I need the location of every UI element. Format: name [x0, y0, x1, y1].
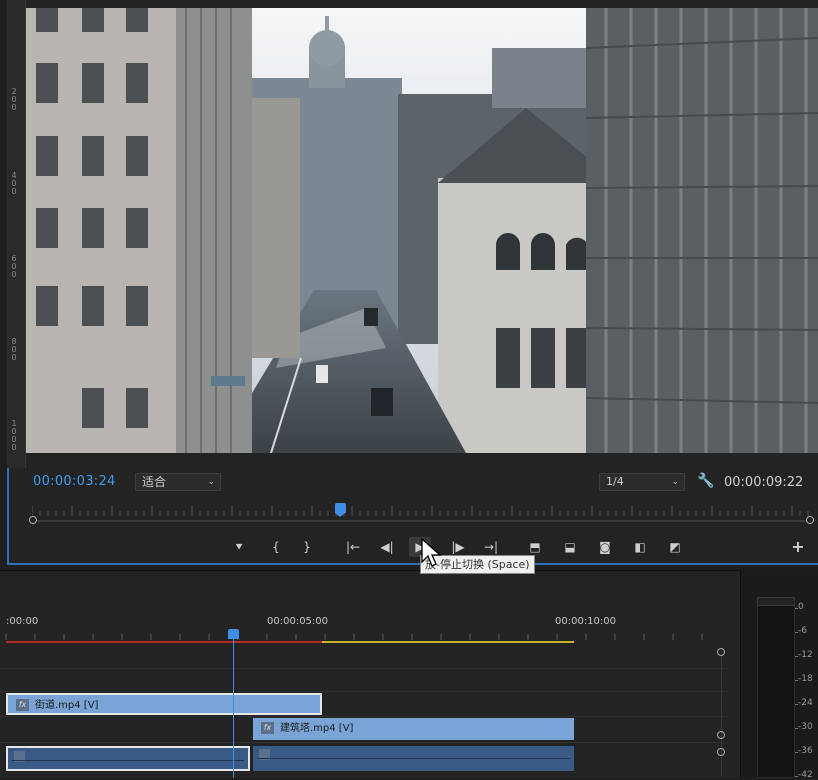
- mark-in-button[interactable]: {: [265, 537, 287, 557]
- meter-scale-label: -24: [798, 698, 813, 708]
- street-scene-image: [26, 8, 818, 453]
- timeline-playhead-line: [233, 638, 234, 778]
- mouse-pointer-icon: [421, 538, 442, 567]
- meter-scale-tick: [795, 728, 798, 729]
- track-divider: [0, 668, 728, 669]
- go-to-in-button[interactable]: |←: [342, 537, 364, 557]
- step-back-icon: ◀|: [380, 540, 394, 554]
- meter-scale-label: -12: [798, 650, 813, 660]
- meter-scale-label: 0: [798, 602, 804, 612]
- zoom-handle-left[interactable]: [29, 516, 37, 524]
- audio-waveform: [257, 758, 570, 759]
- video-clip-street[interactable]: fx 街道.mp4 [V]: [6, 693, 322, 715]
- meter-scale-tick: [795, 632, 798, 633]
- scrub-ruler-ticks: [32, 506, 809, 516]
- meter-scale-label: -42: [798, 770, 813, 780]
- audio-clip-street[interactable]: [6, 746, 250, 771]
- step-back-button[interactable]: ◀|: [376, 537, 398, 557]
- compare-view-button[interactable]: ◧: [629, 537, 651, 557]
- video-clip-building[interactable]: fx 建筑塔.mp4 [V]: [253, 718, 574, 740]
- timeline-time-label: 00:00:05:00: [267, 616, 329, 627]
- track-divider: [0, 742, 728, 743]
- extract-icon: ⬓: [564, 540, 576, 554]
- timeline-time-label: :00:00: [6, 616, 39, 627]
- audio-meter-bar: [757, 597, 795, 778]
- audio-meter-peak[interactable]: [757, 597, 795, 606]
- scroll-handle-bottom[interactable]: [717, 748, 725, 756]
- meter-scale-label: -36: [798, 746, 813, 756]
- panel-divider: [0, 570, 740, 571]
- track-divider: [0, 716, 728, 717]
- ruler-label: 8 0 0: [11, 337, 17, 362]
- button-editor-button[interactable]: +: [787, 537, 809, 557]
- extract-button[interactable]: ⬓: [559, 537, 581, 557]
- mark-out-icon: }: [303, 540, 311, 554]
- clip-label: 街道.mp4 [V]: [35, 700, 99, 711]
- meter-scale-label: -30: [798, 722, 813, 732]
- meter-scale-tick: [795, 656, 798, 657]
- meter-scale-tick: [795, 776, 798, 777]
- compare-icon: ◧: [634, 540, 646, 554]
- meter-scale-tick: [795, 608, 798, 609]
- plus-icon: +: [791, 537, 805, 556]
- meter-scale-tick: [795, 752, 798, 753]
- timeline-ruler-ticks[interactable]: [0, 630, 728, 640]
- mark-in-icon: {: [272, 540, 280, 554]
- wrench-icon[interactable]: 🔧: [697, 473, 714, 489]
- render-bar-yellow: [322, 641, 574, 643]
- scroll-handle-top[interactable]: [717, 648, 725, 656]
- mark-out-button[interactable]: }: [296, 537, 318, 557]
- marker-icon: ⯆: [234, 540, 244, 554]
- lift-icon: ⬒: [529, 540, 541, 554]
- multicam-button[interactable]: ◩: [664, 537, 686, 557]
- multicam-icon: ◩: [669, 540, 681, 554]
- ruler-label: 1 0 0 0: [11, 419, 17, 452]
- step-forward-button[interactable]: |▶: [447, 537, 469, 557]
- go-to-in-icon: |←: [345, 540, 361, 554]
- playback-resolution-value: 1/4: [606, 475, 624, 488]
- export-frame-button[interactable]: ◙: [594, 537, 616, 557]
- meter-scale-label: -6: [798, 626, 807, 636]
- ruler-label: 2 0 0: [11, 87, 17, 112]
- track-divider: [0, 691, 728, 692]
- chevron-down-icon: ⌄: [671, 477, 679, 487]
- go-to-out-icon: →|: [483, 540, 499, 554]
- meter-scale-tick: [795, 704, 798, 705]
- video-preview[interactable]: [26, 8, 818, 453]
- playback-resolution-select[interactable]: 1/4 ⌄: [599, 473, 685, 491]
- clip-label: 建筑塔.mp4 [V]: [280, 723, 354, 734]
- go-to-out-button[interactable]: →|: [480, 537, 502, 557]
- fx-badge-icon: fx: [261, 722, 274, 734]
- vertical-ruler: 2 0 0 4 0 0 6 0 0 8 0 0 1 0 0 0: [7, 0, 26, 468]
- add-marker-button[interactable]: ⯆: [228, 537, 250, 557]
- render-bar-red: [6, 641, 322, 643]
- scrub-bar[interactable]: [32, 520, 812, 522]
- timeline-vertical-scrollbar[interactable]: [721, 656, 722, 776]
- audio-waveform: [12, 760, 244, 761]
- zoom-fit-value: 适合: [142, 475, 167, 489]
- zoom-fit-select[interactable]: 适合 ⌄: [135, 473, 221, 491]
- monitor-playhead[interactable]: [335, 503, 346, 517]
- step-forward-icon: |▶: [451, 540, 465, 554]
- lift-button[interactable]: ⬒: [524, 537, 546, 557]
- chevron-down-icon: ⌄: [207, 477, 215, 487]
- scroll-handle-mid[interactable]: [717, 731, 725, 739]
- meter-scale-tick: [795, 680, 798, 681]
- sequence-duration: 00:00:09:22: [724, 475, 804, 490]
- audio-clip-building[interactable]: [253, 746, 574, 771]
- timeline-time-label: 00:00:10:00: [555, 616, 617, 627]
- zoom-handle-right[interactable]: [806, 516, 814, 524]
- meter-scale-label: -18: [798, 674, 813, 684]
- camera-icon: ◙: [599, 540, 611, 554]
- ruler-label: 6 0 0: [11, 254, 17, 279]
- current-timecode[interactable]: 00:00:03:24: [33, 474, 116, 489]
- fx-badge-icon: fx: [16, 699, 29, 711]
- ruler-label: 4 0 0: [11, 171, 17, 196]
